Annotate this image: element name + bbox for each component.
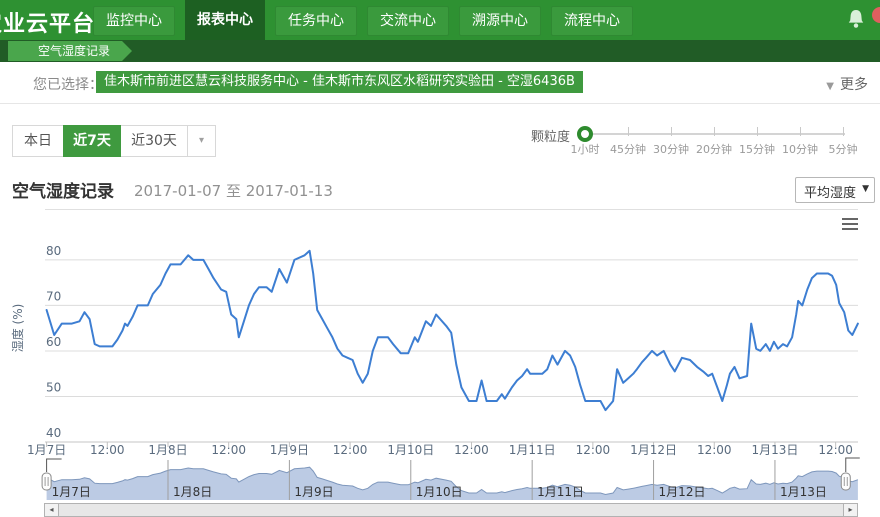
date-range-tabs: 本日近7天近30天▾ — [12, 125, 216, 157]
range-tab-近30天[interactable]: 近30天 — [120, 125, 188, 157]
y-axis-labels: 40 50 60 70 80 — [46, 244, 61, 440]
svg-text:1月7日: 1月7日 — [52, 485, 91, 499]
x-axis-labels: 1月7日12:001月8日12:001月9日12:001月10日12:001月1… — [27, 442, 853, 456]
svg-text:80: 80 — [46, 244, 61, 258]
notification-badge — [872, 7, 880, 23]
granularity-option-10分钟[interactable]: 10分钟 — [782, 141, 818, 157]
chevron-down-icon: ▼ — [826, 81, 834, 92]
breadcrumb-bar: 空气湿度记录 — [0, 40, 880, 62]
svg-text:1月13日: 1月13日 — [780, 485, 827, 499]
scroll-right-button[interactable]: ▸ — [843, 504, 857, 516]
y-gridlines — [45, 260, 858, 442]
metric-dropdown[interactable]: 平均湿度 ▼ — [795, 177, 875, 203]
svg-text:1月11日: 1月11日 — [537, 485, 584, 499]
app-logo: 农业云平台 — [0, 6, 95, 38]
svg-text:1月12日: 1月12日 — [659, 485, 706, 499]
granularity-option-1小时[interactable]: 1小时 — [571, 141, 600, 157]
granularity-tick — [843, 127, 844, 136]
svg-text:60: 60 — [46, 335, 61, 349]
scroll-left-button[interactable]: ◂ — [45, 504, 59, 516]
breadcrumb[interactable]: 空气湿度记录 — [8, 41, 132, 61]
granularity-tick — [628, 127, 629, 136]
navigator-right-handle-bracket — [846, 458, 860, 472]
granularity-tick — [714, 127, 715, 136]
svg-text:50: 50 — [46, 380, 61, 394]
nav-tab-流程中心[interactable]: 流程中心 — [551, 6, 633, 36]
humidity-series-line — [47, 251, 858, 410]
granularity-slider-track[interactable] — [580, 133, 845, 135]
notifications-button[interactable] — [846, 9, 866, 31]
scroll-thumb[interactable] — [59, 504, 843, 516]
granularity-tick — [757, 127, 758, 136]
top-navbar: 农业云平台 监控中心报表中心任务中心交流中心溯源中心流程中心 — [0, 0, 880, 40]
range-tab-本日[interactable]: 本日 — [12, 125, 64, 157]
selection-bar: 您已选择： 佳木斯市前进区慧云科技服务中心 - 佳木斯市东风区水稻研究实验田 -… — [0, 62, 880, 104]
granularity-option-20分钟[interactable]: 20分钟 — [696, 141, 732, 157]
nav-tab-溯源中心[interactable]: 溯源中心 — [459, 6, 541, 36]
granularity-tick — [800, 127, 801, 136]
metric-dropdown-value: 平均湿度 — [804, 182, 856, 201]
svg-text:1月8日: 1月8日 — [173, 485, 212, 499]
svg-text:1月9日: 1月9日 — [294, 485, 333, 499]
granularity-option-5分钟[interactable]: 5分钟 — [829, 141, 858, 157]
svg-text:1月10日: 1月10日 — [416, 485, 463, 499]
more-label: 更多 — [840, 77, 868, 93]
svg-text:40: 40 — [46, 426, 61, 440]
granularity-option-45分钟[interactable]: 45分钟 — [610, 141, 646, 157]
h-scrollbar[interactable]: ◂ ▸ — [44, 503, 858, 517]
nav-tab-任务中心[interactable]: 任务中心 — [275, 6, 357, 36]
bell-icon — [846, 9, 866, 31]
hamburger-icon — [842, 218, 858, 220]
more-button[interactable]: ▼ 更多 — [826, 74, 868, 94]
svg-text:70: 70 — [46, 289, 61, 303]
granularity-slider-handle[interactable] — [577, 126, 593, 142]
nav-tab-交流中心[interactable]: 交流中心 — [367, 6, 449, 36]
navigator-right-handle[interactable] — [841, 473, 850, 490]
granularity-option-15分钟[interactable]: 15分钟 — [739, 141, 775, 157]
y-axis-title: 湿度 (%) — [10, 304, 25, 353]
header-divider — [45, 209, 858, 210]
report-date-range: 2017-01-07 至 2017-01-13 — [134, 180, 333, 201]
granularity-tick — [671, 127, 672, 136]
chart-navigator[interactable]: 1月7日 1月8日 1月9日 1月10日 1月11日 1月12日 1月13日 — [0, 455, 880, 505]
selection-label: 您已选择： — [33, 74, 103, 94]
selected-device-chip[interactable]: 佳木斯市前进区慧云科技服务中心 - 佳木斯市东风区水稻研究实验田 - 空湿643… — [96, 71, 583, 93]
range-tab-近7天[interactable]: 近7天 — [63, 125, 121, 157]
nav-tab-监控中心[interactable]: 监控中心 — [93, 6, 175, 36]
granularity-label: 颗粒度 — [531, 126, 570, 145]
report-title: 空气湿度记录 — [12, 177, 114, 202]
chevron-down-icon: ▼ — [862, 184, 869, 194]
navigator-left-handle[interactable] — [42, 473, 51, 490]
granularity-option-30分钟[interactable]: 30分钟 — [653, 141, 689, 157]
humidity-line-chart: 40 50 60 70 80 湿度 (%) 1月7日12:001月8日12:001月9日12… — [0, 228, 880, 456]
range-more-button[interactable]: ▾ — [187, 125, 216, 157]
navigator-left-handle-bracket — [47, 459, 62, 472]
